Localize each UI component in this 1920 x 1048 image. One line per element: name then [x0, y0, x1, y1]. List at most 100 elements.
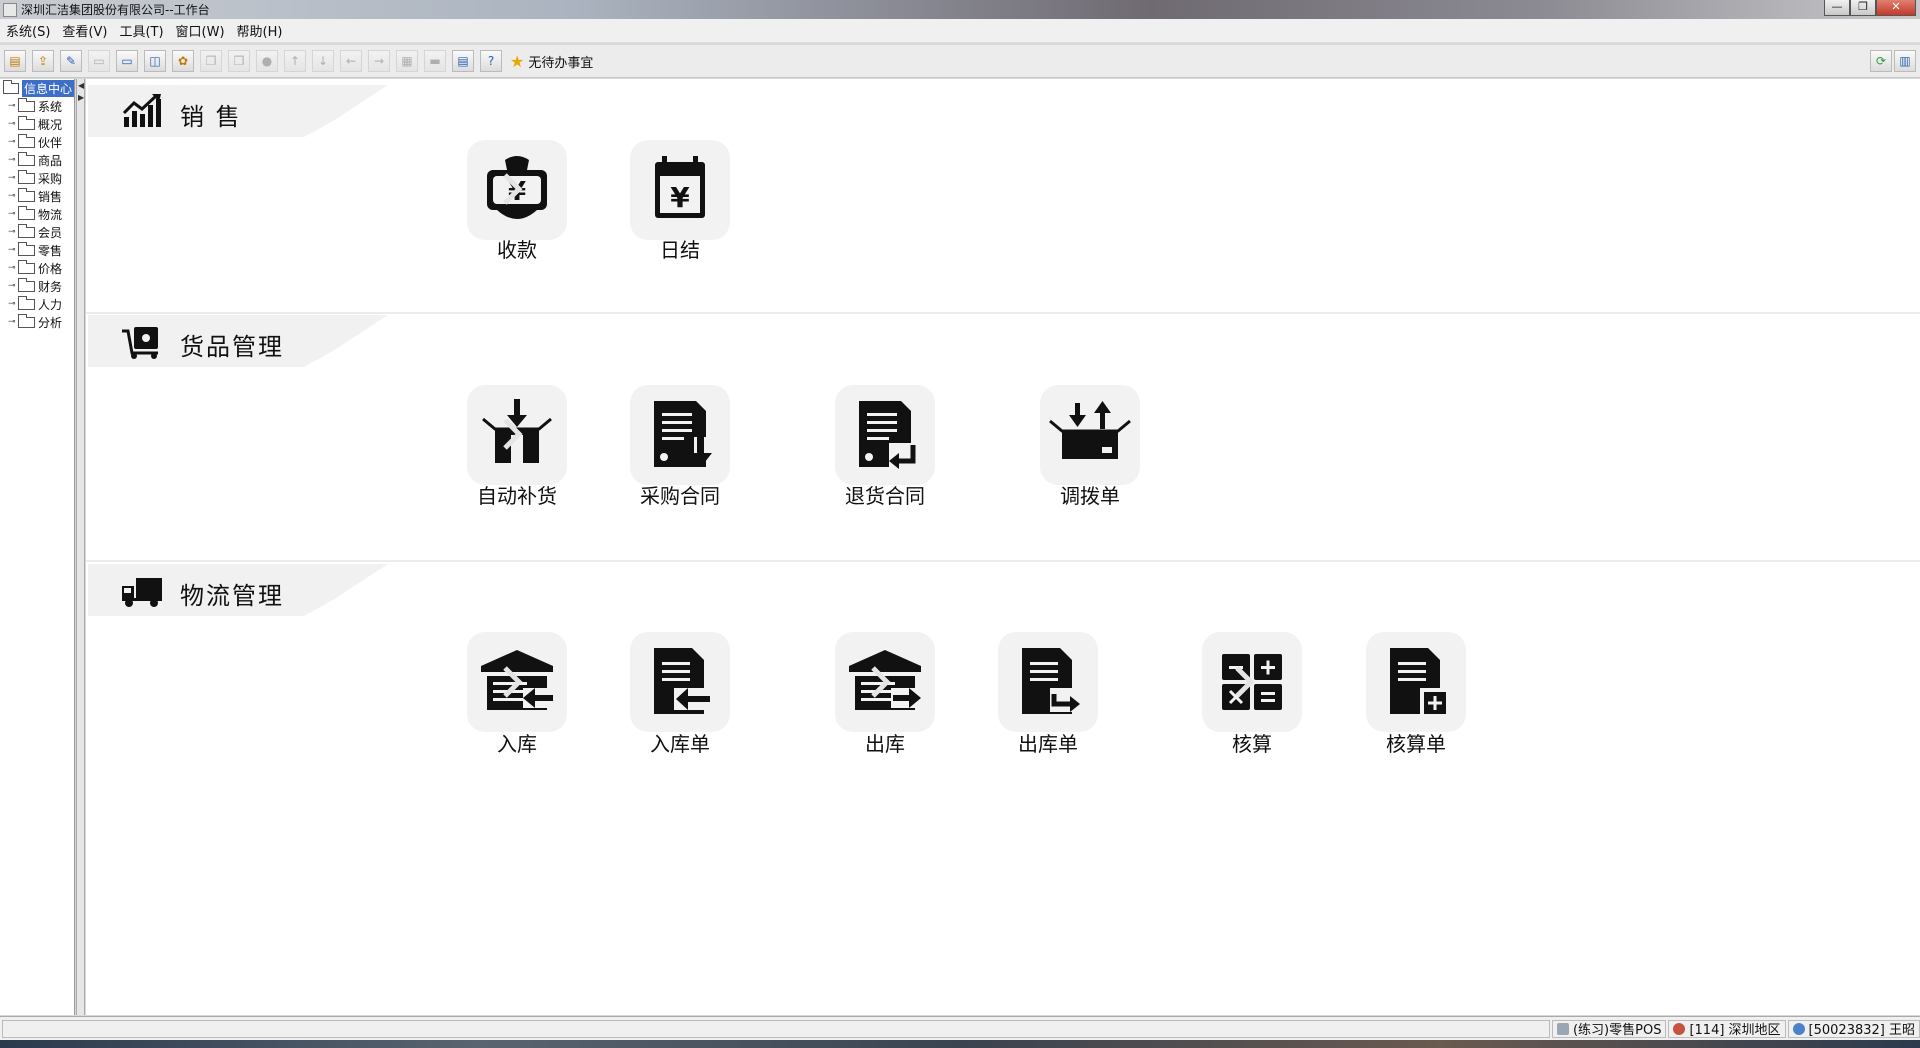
tree-item-label: 销售 [38, 189, 63, 204]
calculator-small-icon[interactable]: ▤ [452, 50, 474, 72]
arrow-down-icon[interactable]: ↓ [312, 50, 334, 72]
expand-icon[interactable]: ⊸ [8, 191, 18, 201]
minimize-button[interactable]: — [1824, 0, 1850, 16]
expand-icon[interactable]: ⊸ [8, 299, 18, 309]
folder-icon [18, 133, 35, 148]
section-divider [86, 312, 1920, 314]
arrow-left-icon[interactable]: ← [340, 50, 362, 72]
user-icon [1792, 1022, 1805, 1035]
split-window-icon[interactable]: ◫ [144, 50, 166, 72]
status-region: [114] 深圳地区 [1668, 1019, 1786, 1038]
tree-item[interactable]: ⊸ 采购 [0, 169, 74, 187]
status-mode-label: (练习)零售POS [1572, 1023, 1662, 1038]
menu-help[interactable]: 帮助(H) [231, 21, 289, 40]
export-icon[interactable]: ⇪ [32, 50, 54, 72]
cart-box-icon [122, 327, 158, 359]
folder-icon [18, 223, 35, 238]
expand-icon[interactable]: ⊸ [8, 245, 18, 255]
tree-item[interactable]: ⊸ 销售 [0, 187, 74, 205]
arrow-up-icon[interactable]: ↑ [284, 50, 306, 72]
stop-icon[interactable]: ● [256, 50, 278, 72]
tree-item-label: 商品 [38, 153, 63, 168]
tile-daily-close[interactable]: ¥ [630, 140, 730, 240]
section-sales-header: 销 售 [88, 85, 388, 137]
expand-icon[interactable]: ⊸ [8, 155, 18, 165]
expand-icon[interactable]: ⊸ [8, 227, 18, 237]
folder-icon [18, 205, 35, 220]
tree-item[interactable]: ⊸ 商品 [0, 151, 74, 169]
tree-item-label: 价格 [38, 261, 63, 276]
notebook-icon[interactable]: ▤ [4, 50, 26, 72]
menu-bar: 系统(S) 查看(V) 工具(T) 窗口(W) 帮助(H) [0, 19, 1920, 43]
tree-item[interactable]: ⊸ 人力 [0, 295, 74, 313]
status-user: [50023832] 王昭 [1787, 1019, 1920, 1038]
tree-item[interactable]: ⊸ 伙伴 [0, 133, 74, 151]
menu-tools[interactable]: 工具(T) [113, 21, 169, 40]
grid-icon[interactable]: ▦ [396, 50, 418, 72]
status-mode: (练习)零售POS [1551, 1019, 1667, 1038]
doc-out-icon [1022, 648, 1084, 714]
arrow-right-icon[interactable]: → [368, 50, 390, 72]
expand-icon[interactable]: ⊸ [8, 137, 18, 147]
expand-icon[interactable]: ⊸ [8, 281, 18, 291]
tile-return-contract[interactable] [835, 385, 935, 485]
menu-window[interactable]: 窗口(W) [170, 21, 231, 40]
chevron-right-icon [503, 666, 523, 698]
navigation-tree: 信息中心 ⊸ 系统 ⊸ 概况 ⊸ 伙伴 ⊸ 商品 ⊸ 采购 ⊸ 销售 ⊸ 物流 ⊸ 会员 ⊸ 零售 ⊸ 价格 ⊸ 财务 ⊸ 人… [0, 79, 75, 1015]
collapse-left-icon[interactable]: ◀ [78, 81, 84, 90]
tile-purchase-contract[interactable] [630, 385, 730, 485]
tree-item[interactable]: ⊸ 概况 [0, 115, 74, 133]
print-icon[interactable]: ▭ [88, 50, 110, 72]
tile-accounting-order-label: 核算单 [1386, 732, 1446, 756]
window-icon[interactable]: ▭ [116, 50, 138, 72]
tree-item[interactable]: ⊸ 物流 [0, 205, 74, 223]
tree-item-label: 零售 [38, 243, 63, 258]
tree-item[interactable]: ⊸ 零售 [0, 241, 74, 259]
edit-icon[interactable]: ✎ [60, 50, 82, 72]
tree-item-label: 概况 [38, 117, 63, 132]
tile-stock-out-order-label: 出库单 [1018, 732, 1078, 756]
expand-icon[interactable]: ⊸ [8, 317, 18, 327]
refresh-icon[interactable]: ⟳ [1870, 50, 1892, 72]
todo-indicator[interactable]: ★ 无待办事宜 [510, 52, 593, 71]
minus-icon[interactable]: ▬ [424, 50, 446, 72]
tile-return-contract-label: 退货合同 [845, 484, 925, 508]
tree-item-label: 会员 [38, 225, 63, 240]
tile-transfer-order[interactable] [1040, 385, 1140, 485]
maximize-button[interactable]: ❐ [1850, 0, 1876, 16]
tile-stock-out-order[interactable] [998, 632, 1098, 732]
status-bar: (练习)零售POS [114] 深圳地区 [50023832] 王昭 [0, 1016, 1920, 1040]
tree-root[interactable]: 信息中心 [0, 79, 74, 97]
box-transfer-icon [1049, 401, 1131, 459]
expand-icon[interactable]: ⊸ [8, 119, 18, 129]
menu-view[interactable]: 查看(V) [56, 21, 113, 40]
status-region-label: [114] 深圳地区 [1689, 1023, 1781, 1038]
copy-icon[interactable]: ❐ [200, 50, 222, 72]
section-logistics-title: 物流管理 [180, 582, 284, 610]
splitter[interactable]: ◀ ▶ [76, 79, 85, 1015]
star-icon: ★ [510, 51, 525, 71]
tile-purchase-contract-label: 采购合同 [640, 484, 720, 508]
tree-item[interactable]: ⊸ 系统 [0, 97, 74, 115]
section-goods-header: 货品管理 [88, 315, 388, 367]
expand-icon[interactable]: ⊸ [8, 209, 18, 219]
tree-item[interactable]: ⊸ 会员 [0, 223, 74, 241]
expand-icon[interactable]: ⊸ [8, 101, 18, 111]
tree-item[interactable]: ⊸ 价格 [0, 259, 74, 277]
tree-item[interactable]: ⊸ 财务 [0, 277, 74, 295]
tile-stock-in-order[interactable] [630, 632, 730, 732]
expand-right-icon[interactable]: ▶ [78, 93, 84, 102]
menu-system[interactable]: 系统(S) [0, 21, 56, 40]
calendar-yen-icon: ¥ [655, 156, 705, 218]
settings-icon[interactable]: ✿ [172, 50, 194, 72]
chevron-right-icon [1235, 666, 1255, 698]
expand-icon[interactable]: ⊸ [8, 263, 18, 273]
help-icon[interactable]: ? [480, 50, 502, 72]
paste-icon[interactable]: ❐ [228, 50, 250, 72]
chevron-right-icon [871, 666, 891, 698]
close-button[interactable]: ✕ [1876, 0, 1916, 16]
layout-icon[interactable]: ▥ [1894, 50, 1916, 72]
tile-accounting-order[interactable] [1366, 632, 1466, 732]
expand-icon[interactable]: ⊸ [8, 173, 18, 183]
tree-item[interactable]: ⊸ 分析 [0, 313, 74, 331]
